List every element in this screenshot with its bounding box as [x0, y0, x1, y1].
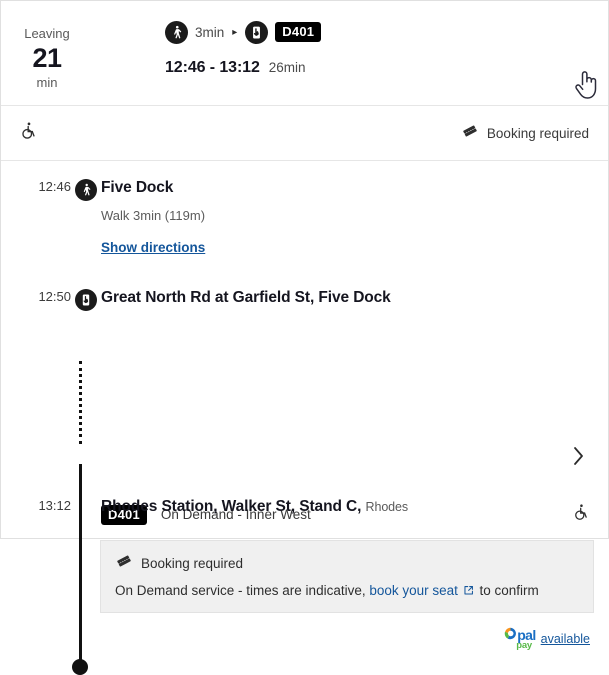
trip-result-card[interactable]: Leaving 21 min 3min ▸ D401 12:46 - 13:12… — [0, 0, 609, 675]
leaving-unit: min — [36, 75, 58, 90]
on-demand-phone-icon — [245, 20, 269, 44]
walking-person-icon — [75, 179, 97, 201]
stop-node — [71, 289, 101, 311]
trip-total-duration: 26min — [268, 60, 306, 75]
stop-time: 13:12 — [38, 498, 71, 513]
opal-logo-top: pal — [504, 626, 536, 643]
stop-node — [71, 179, 101, 201]
stop-body: Rhodes Station, Walker St, Stand C, Rhod… — [101, 498, 608, 516]
list-item[interactable]: 13:12 Rhodes Station, Walker St, Stand C… — [1, 498, 608, 516]
stop-name-suburb: Rhodes — [365, 500, 409, 514]
booking-required-label: Booking required — [486, 125, 589, 141]
trip-summary-header[interactable]: Leaving 21 min 3min ▸ D401 12:46 - 13:12… — [1, 1, 608, 106]
show-directions-link[interactable]: Show directions — [101, 240, 205, 255]
stop-name-primary: Rhodes Station, Walker St, Stand C, — [101, 498, 362, 515]
booking-info-desc-after: to confirm — [479, 583, 539, 598]
book-your-seat-link[interactable]: book your seat — [369, 583, 458, 598]
ride-leg-line — [78, 464, 82, 667]
opal-pay-logo: pal pay — [504, 626, 536, 651]
booking-info-desc-before: On Demand service - times are indicative… — [115, 583, 366, 598]
opal-logo-o-icon — [504, 627, 517, 642]
stop-name: Great North Rd at Garfield St, Five Dock — [101, 289, 391, 306]
walk-leg-line — [79, 361, 82, 444]
summary-details: 3min ▸ D401 12:46 - 13:12 26min — [93, 1, 322, 77]
facilities-row: Booking required — [1, 106, 608, 161]
list-item[interactable]: 12:46 Five Dock Walk 3min (119m) Show di… — [1, 179, 608, 257]
opal-pay-row[interactable]: pal pay available — [504, 627, 590, 651]
ticket-icon — [115, 553, 133, 574]
list-item[interactable]: 12:50 Great North Rd at Garfield St, Fiv… — [1, 289, 608, 311]
wheelchair-accessible-icon — [19, 120, 38, 146]
walk-duration-label: 3min — [195, 24, 225, 40]
chevron-right-icon[interactable] — [572, 445, 586, 472]
trip-timeline: 12:46 Five Dock Walk 3min (119m) Show di… — [1, 161, 608, 675]
ticket-icon — [461, 123, 479, 144]
external-link-icon — [459, 584, 478, 599]
time-row: 12:46 - 13:12 26min — [165, 59, 321, 77]
route-badge-d401: D401 — [275, 22, 322, 42]
booking-info-description: On Demand service - times are indicative… — [115, 583, 579, 599]
on-demand-phone-icon — [75, 289, 97, 311]
stop-time: 12:50 — [38, 289, 71, 304]
leaving-label: Leaving — [24, 26, 70, 41]
end-dot — [72, 659, 88, 675]
stop-time: 12:46 — [38, 179, 71, 194]
walk-detail: Walk 3min (119m) — [101, 208, 206, 223]
mode-sequence: 3min ▸ D401 — [165, 20, 322, 44]
stop-body: Five Dock Walk 3min (119m) Show directio… — [101, 179, 608, 257]
stop-body: Great North Rd at Garfield St, Five Dock — [101, 289, 608, 307]
booking-required-indicator: Booking required — [461, 123, 589, 144]
trip-time-range: 12:46 - 13:12 — [165, 59, 260, 76]
stop-name: Five Dock — [101, 179, 174, 196]
leaving-minutes: 21 — [32, 43, 62, 73]
leg-separator-icon: ▸ — [232, 26, 238, 38]
stop-name: Rhodes Station, Walker St, Stand C, Rhod… — [101, 498, 592, 516]
booking-info-title: Booking required — [141, 556, 244, 571]
booking-info-box: Booking required On Demand service - tim… — [100, 540, 594, 613]
opal-logo-pal-text: pal — [517, 626, 536, 643]
opal-logo-pay-text: pay — [516, 640, 532, 651]
leaving-block: Leaving 21 min — [1, 1, 93, 91]
booking-info-title-row: Booking required — [115, 553, 579, 574]
walking-person-icon — [165, 20, 188, 44]
opal-available-link[interactable]: available — [541, 632, 590, 646]
